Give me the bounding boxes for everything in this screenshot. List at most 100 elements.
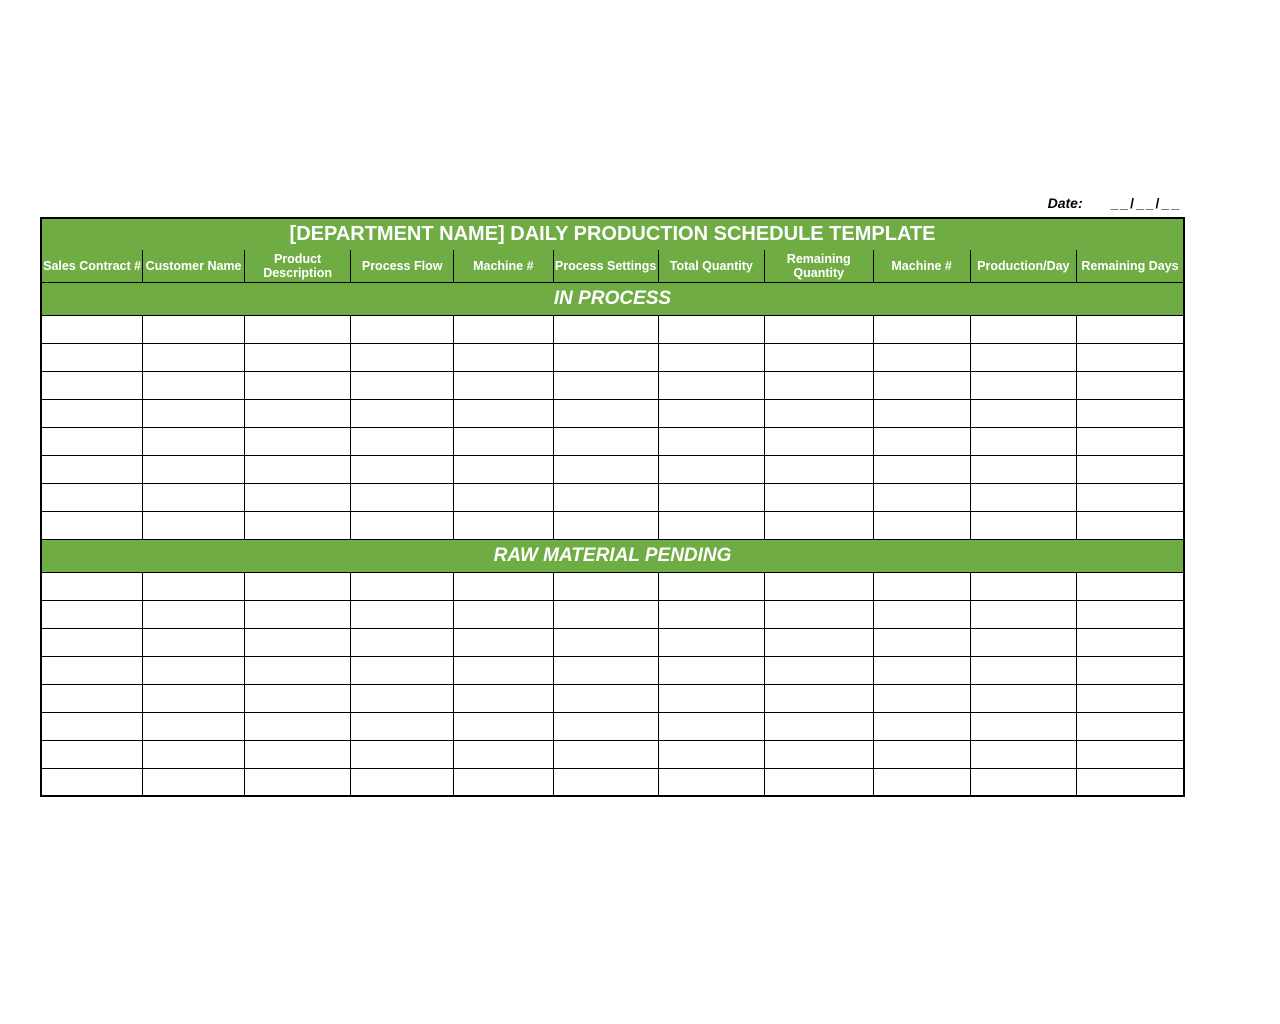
table-cell[interactable]: [873, 740, 970, 768]
table-cell[interactable]: [41, 572, 143, 600]
table-cell[interactable]: [970, 572, 1076, 600]
table-cell[interactable]: [658, 712, 764, 740]
table-cell[interactable]: [1076, 455, 1184, 483]
table-cell[interactable]: [41, 427, 143, 455]
table-cell[interactable]: [553, 572, 658, 600]
table-cell[interactable]: [873, 684, 970, 712]
table-cell[interactable]: [41, 343, 143, 371]
table-cell[interactable]: [244, 399, 350, 427]
table-cell[interactable]: [658, 427, 764, 455]
table-cell[interactable]: [658, 315, 764, 343]
table-cell[interactable]: [764, 483, 873, 511]
table-cell[interactable]: [1076, 684, 1184, 712]
table-cell[interactable]: [553, 684, 658, 712]
table-cell[interactable]: [351, 399, 454, 427]
table-cell[interactable]: [553, 315, 658, 343]
table-cell[interactable]: [454, 399, 553, 427]
table-cell[interactable]: [41, 600, 143, 628]
table-cell[interactable]: [454, 684, 553, 712]
table-cell[interactable]: [658, 371, 764, 399]
table-cell[interactable]: [553, 343, 658, 371]
table-cell[interactable]: [41, 628, 143, 656]
table-cell[interactable]: [244, 684, 350, 712]
table-cell[interactable]: [970, 399, 1076, 427]
table-cell[interactable]: [244, 628, 350, 656]
table-cell[interactable]: [244, 427, 350, 455]
table-cell[interactable]: [244, 572, 350, 600]
table-cell[interactable]: [1076, 768, 1184, 796]
table-cell[interactable]: [351, 684, 454, 712]
table-cell[interactable]: [41, 712, 143, 740]
table-cell[interactable]: [351, 628, 454, 656]
table-cell[interactable]: [873, 371, 970, 399]
table-cell[interactable]: [143, 399, 245, 427]
table-cell[interactable]: [873, 315, 970, 343]
table-cell[interactable]: [1076, 315, 1184, 343]
table-cell[interactable]: [873, 656, 970, 684]
table-cell[interactable]: [658, 572, 764, 600]
table-cell[interactable]: [1076, 712, 1184, 740]
table-cell[interactable]: [658, 455, 764, 483]
table-cell[interactable]: [553, 712, 658, 740]
table-cell[interactable]: [873, 483, 970, 511]
table-cell[interactable]: [970, 684, 1076, 712]
table-cell[interactable]: [1076, 656, 1184, 684]
table-cell[interactable]: [143, 427, 245, 455]
table-cell[interactable]: [244, 712, 350, 740]
table-cell[interactable]: [764, 656, 873, 684]
table-cell[interactable]: [41, 399, 143, 427]
table-cell[interactable]: [970, 656, 1076, 684]
table-cell[interactable]: [41, 371, 143, 399]
table-cell[interactable]: [41, 511, 143, 539]
table-cell[interactable]: [1076, 427, 1184, 455]
table-cell[interactable]: [764, 343, 873, 371]
table-cell[interactable]: [553, 600, 658, 628]
table-cell[interactable]: [970, 315, 1076, 343]
table-cell[interactable]: [244, 511, 350, 539]
table-cell[interactable]: [1076, 483, 1184, 511]
table-cell[interactable]: [873, 399, 970, 427]
table-cell[interactable]: [351, 343, 454, 371]
table-cell[interactable]: [970, 343, 1076, 371]
table-cell[interactable]: [1076, 600, 1184, 628]
table-cell[interactable]: [351, 600, 454, 628]
table-cell[interactable]: [454, 511, 553, 539]
table-cell[interactable]: [143, 455, 245, 483]
table-cell[interactable]: [764, 572, 873, 600]
table-cell[interactable]: [553, 511, 658, 539]
table-cell[interactable]: [970, 600, 1076, 628]
table-cell[interactable]: [244, 371, 350, 399]
table-cell[interactable]: [553, 399, 658, 427]
table-cell[interactable]: [244, 455, 350, 483]
table-cell[interactable]: [873, 455, 970, 483]
table-cell[interactable]: [764, 740, 873, 768]
table-cell[interactable]: [658, 343, 764, 371]
table-cell[interactable]: [454, 343, 553, 371]
table-cell[interactable]: [1076, 628, 1184, 656]
table-cell[interactable]: [873, 427, 970, 455]
table-cell[interactable]: [1076, 740, 1184, 768]
table-cell[interactable]: [970, 768, 1076, 796]
table-cell[interactable]: [41, 684, 143, 712]
table-cell[interactable]: [454, 656, 553, 684]
table-cell[interactable]: [454, 712, 553, 740]
table-cell[interactable]: [658, 768, 764, 796]
table-cell[interactable]: [244, 343, 350, 371]
table-cell[interactable]: [351, 656, 454, 684]
table-cell[interactable]: [351, 572, 454, 600]
table-cell[interactable]: [970, 483, 1076, 511]
table-cell[interactable]: [553, 427, 658, 455]
table-cell[interactable]: [454, 427, 553, 455]
table-cell[interactable]: [143, 572, 245, 600]
table-cell[interactable]: [351, 511, 454, 539]
table-cell[interactable]: [658, 399, 764, 427]
table-cell[interactable]: [244, 600, 350, 628]
table-cell[interactable]: [351, 740, 454, 768]
table-cell[interactable]: [351, 712, 454, 740]
table-cell[interactable]: [1076, 343, 1184, 371]
table-cell[interactable]: [41, 768, 143, 796]
table-cell[interactable]: [764, 511, 873, 539]
table-cell[interactable]: [351, 768, 454, 796]
table-cell[interactable]: [351, 483, 454, 511]
table-cell[interactable]: [764, 712, 873, 740]
